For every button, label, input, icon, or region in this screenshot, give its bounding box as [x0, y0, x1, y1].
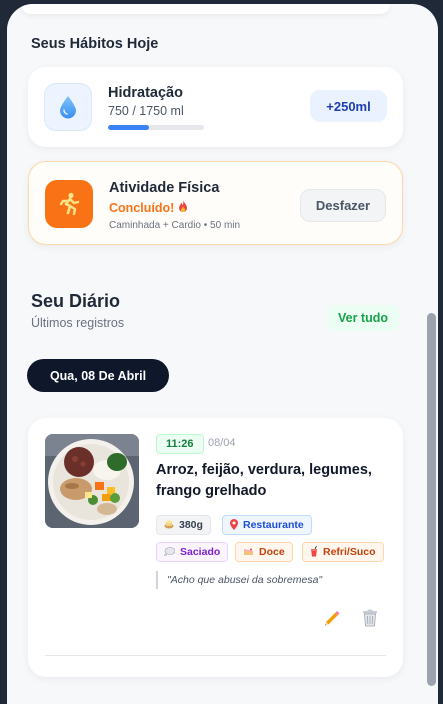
habits-section-title: Seus Hábitos Hoje: [31, 36, 158, 52]
water-drop-icon: [44, 83, 92, 131]
hydration-progress-bar: [108, 125, 204, 130]
trash-icon[interactable]: [359, 607, 381, 629]
dessert-tag: Doce: [235, 542, 293, 562]
fire-icon: [178, 200, 188, 216]
meal-date: 08/04: [208, 437, 236, 449]
drink-tag-label: Refri/Suco: [323, 546, 376, 558]
running-person-icon: [45, 180, 93, 228]
activity-title: Atividade Física: [109, 180, 219, 196]
card-divider: [45, 655, 386, 656]
place-tag-label: Restaurante: [243, 519, 304, 531]
meal-photo: [45, 434, 139, 528]
cake-icon: [243, 547, 254, 558]
date-pill[interactable]: Qua, 08 De Abril: [27, 359, 169, 392]
hydration-value: 750 / 1750 ml: [108, 104, 184, 118]
app-screen: Seus Hábitos Hoje Hidratação 750 / 1750 …: [7, 4, 438, 704]
hydration-title: Hidratação: [108, 85, 183, 101]
meal-note: "Acho que abusei da sobremesa": [156, 571, 322, 589]
see-all-button[interactable]: Ver tudo: [327, 305, 399, 331]
weight-tag: 380g: [156, 515, 211, 535]
thought-bubble-icon: [164, 547, 175, 558]
add-water-button[interactable]: +250ml: [310, 90, 387, 122]
activity-status-label: Concluído!: [109, 201, 174, 215]
cup-with-straw-icon: [310, 546, 318, 559]
satiety-tag: Saciado: [156, 542, 228, 562]
weight-tag-label: 380g: [179, 519, 203, 531]
meal-time-badge: 11:26: [156, 434, 204, 454]
meal-entry-card[interactable]: 11:26 08/04 Arroz, feijão, verdura, legu…: [28, 418, 403, 677]
hydration-card: Hidratação 750 / 1750 ml +250ml: [28, 67, 403, 147]
undo-activity-button[interactable]: Desfazer: [300, 189, 386, 222]
activity-detail: Caminhada + Cardio • 50 min: [109, 220, 240, 231]
scrollbar-thumb[interactable]: [427, 313, 436, 686]
satiety-tag-label: Saciado: [180, 546, 220, 558]
dessert-tag-label: Doce: [259, 546, 285, 558]
activity-card: Atividade Física Concluído! Caminhada + …: [28, 161, 403, 245]
hydration-progress-fill: [108, 125, 149, 130]
activity-status: Concluído!: [109, 200, 188, 216]
drink-tag: Refri/Suco: [302, 542, 384, 562]
place-tag: Restaurante: [222, 515, 312, 535]
meal-title: Arroz, feijão, verdura, legumes, frango …: [156, 460, 391, 502]
diary-subtitle: Últimos registros: [31, 316, 124, 330]
previous-card-edge: [21, 4, 390, 14]
scale-icon: [164, 519, 174, 531]
pencil-icon[interactable]: [321, 607, 343, 629]
diary-title: Seu Diário: [31, 291, 120, 312]
location-pin-icon: [230, 519, 238, 532]
